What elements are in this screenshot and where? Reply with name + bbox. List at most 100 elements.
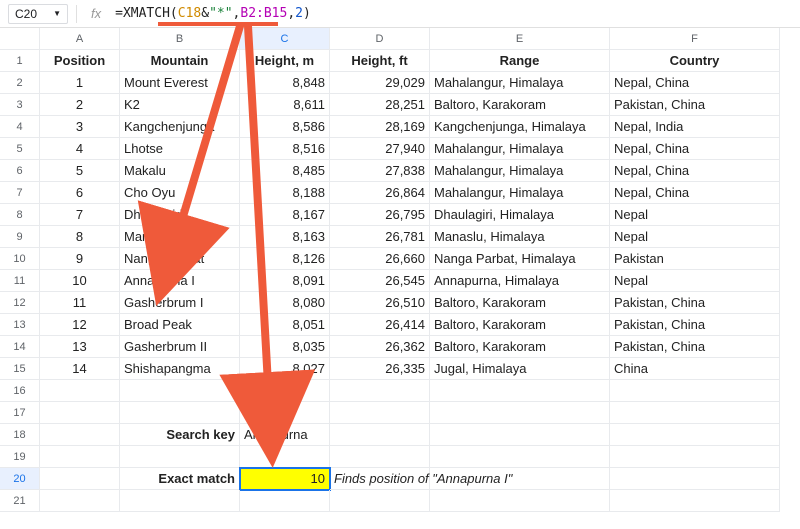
select-all-corner[interactable]	[0, 28, 40, 50]
row-header-8[interactable]: 8	[0, 204, 40, 226]
row-header-6[interactable]: 6	[0, 160, 40, 182]
cell-F4[interactable]: Nepal, India	[610, 116, 780, 138]
cell-B2[interactable]: Mount Everest	[120, 72, 240, 94]
cell-E4[interactable]: Kangchenjunga, Himalaya	[430, 116, 610, 138]
cell-F15[interactable]: China	[610, 358, 780, 380]
cell-F2[interactable]: Nepal, China	[610, 72, 780, 94]
cell-B7[interactable]: Cho Oyu	[120, 182, 240, 204]
cell-empty-21-3[interactable]	[330, 490, 430, 512]
row-header-19[interactable]: 19	[0, 446, 40, 468]
cell-A14[interactable]: 13	[40, 336, 120, 358]
cell-D13[interactable]: 26,414	[330, 314, 430, 336]
cell-F13[interactable]: Pakistan, China	[610, 314, 780, 336]
cell-A9[interactable]: 8	[40, 226, 120, 248]
cell-D20[interactable]: Finds position of "Annapurna I"	[330, 468, 430, 490]
cell-D15[interactable]: 26,335	[330, 358, 430, 380]
cell-C15[interactable]: 8,027	[240, 358, 330, 380]
cell-empty-16-1[interactable]	[120, 380, 240, 402]
cell-D3[interactable]: 28,251	[330, 94, 430, 116]
cell-E12[interactable]: Baltoro, Karakoram	[430, 292, 610, 314]
row-header-12[interactable]: 12	[0, 292, 40, 314]
cell-C4[interactable]: 8,586	[240, 116, 330, 138]
cell-F12[interactable]: Pakistan, China	[610, 292, 780, 314]
cell-C18[interactable]: Annapurna	[240, 424, 330, 446]
name-box[interactable]: C20 ▼	[8, 4, 68, 24]
cell-E8[interactable]: Dhaulagiri, Himalaya	[430, 204, 610, 226]
cell-empty-19-4[interactable]	[430, 446, 610, 468]
cell-D14[interactable]: 26,362	[330, 336, 430, 358]
cell-empty-21-1[interactable]	[120, 490, 240, 512]
row-header-17[interactable]: 17	[0, 402, 40, 424]
cell-A4[interactable]: 3	[40, 116, 120, 138]
row-header-7[interactable]: 7	[0, 182, 40, 204]
row-header-21[interactable]: 21	[0, 490, 40, 512]
cell-empty-16-0[interactable]	[40, 380, 120, 402]
cell-F8[interactable]: Nepal	[610, 204, 780, 226]
cell-A20[interactable]	[40, 468, 120, 490]
spreadsheet-grid[interactable]: ABCDEF1PositionMountainHeight, mHeight, …	[0, 28, 800, 512]
cell-B3[interactable]: K2	[120, 94, 240, 116]
cell-C6[interactable]: 8,485	[240, 160, 330, 182]
cell-D8[interactable]: 26,795	[330, 204, 430, 226]
cell-E3[interactable]: Baltoro, Karakoram	[430, 94, 610, 116]
row-header-9[interactable]: 9	[0, 226, 40, 248]
row-header-10[interactable]: 10	[0, 248, 40, 270]
cell-B5[interactable]: Lhotse	[120, 138, 240, 160]
cell-empty-21-5[interactable]	[610, 490, 780, 512]
cell-D5[interactable]: 27,940	[330, 138, 430, 160]
cell-empty-21-0[interactable]	[40, 490, 120, 512]
row-header-15[interactable]: 15	[0, 358, 40, 380]
cell-empty-19-2[interactable]	[240, 446, 330, 468]
header-cell-A[interactable]: Position	[40, 50, 120, 72]
cell-empty-17-5[interactable]	[610, 402, 780, 424]
header-cell-D[interactable]: Height, ft	[330, 50, 430, 72]
cell-A5[interactable]: 4	[40, 138, 120, 160]
cell-B14[interactable]: Gasherbrum II	[120, 336, 240, 358]
cell-E13[interactable]: Baltoro, Karakoram	[430, 314, 610, 336]
header-cell-C[interactable]: Height, m	[240, 50, 330, 72]
cell-empty-21-2[interactable]	[240, 490, 330, 512]
row-header-13[interactable]: 13	[0, 314, 40, 336]
col-header-B[interactable]: B	[120, 28, 240, 50]
col-header-F[interactable]: F	[610, 28, 780, 50]
cell-B4[interactable]: Kangchenjunga	[120, 116, 240, 138]
cell-empty-17-3[interactable]	[330, 402, 430, 424]
cell-C13[interactable]: 8,051	[240, 314, 330, 336]
cell-C11[interactable]: 8,091	[240, 270, 330, 292]
cell-E9[interactable]: Manaslu, Himalaya	[430, 226, 610, 248]
cell-B12[interactable]: Gasherbrum I	[120, 292, 240, 314]
cell-C14[interactable]: 8,035	[240, 336, 330, 358]
cell-E20[interactable]	[430, 468, 610, 490]
cell-E6[interactable]: Mahalangur, Himalaya	[430, 160, 610, 182]
row-header-11[interactable]: 11	[0, 270, 40, 292]
cell-D7[interactable]: 26,864	[330, 182, 430, 204]
cell-empty-19-5[interactable]	[610, 446, 780, 468]
cell-empty-17-4[interactable]	[430, 402, 610, 424]
cell-E5[interactable]: Mahalangur, Himalaya	[430, 138, 610, 160]
cell-B8[interactable]: Dhaulagiri	[120, 204, 240, 226]
cell-A18[interactable]	[40, 424, 120, 446]
row-header-1[interactable]: 1	[0, 50, 40, 72]
cell-F3[interactable]: Pakistan, China	[610, 94, 780, 116]
cell-D9[interactable]: 26,781	[330, 226, 430, 248]
formula-input[interactable]: =XMATCH(C18&"*",B2:B15,2)	[115, 6, 311, 21]
cell-C10[interactable]: 8,126	[240, 248, 330, 270]
row-header-4[interactable]: 4	[0, 116, 40, 138]
col-header-E[interactable]: E	[430, 28, 610, 50]
cell-D18[interactable]	[330, 424, 430, 446]
cell-empty-19-3[interactable]	[330, 446, 430, 468]
cell-D12[interactable]: 26,510	[330, 292, 430, 314]
cell-E15[interactable]: Jugal, Himalaya	[430, 358, 610, 380]
cell-E11[interactable]: Annapurna, Himalaya	[430, 270, 610, 292]
cell-empty-16-2[interactable]	[240, 380, 330, 402]
cell-A15[interactable]: 14	[40, 358, 120, 380]
cell-B18[interactable]: Search key	[120, 424, 240, 446]
cell-A12[interactable]: 11	[40, 292, 120, 314]
cell-empty-16-3[interactable]	[330, 380, 430, 402]
cell-E18[interactable]	[430, 424, 610, 446]
cell-empty-16-5[interactable]	[610, 380, 780, 402]
cell-C3[interactable]: 8,611	[240, 94, 330, 116]
cell-A7[interactable]: 6	[40, 182, 120, 204]
row-header-14[interactable]: 14	[0, 336, 40, 358]
cell-F5[interactable]: Nepal, China	[610, 138, 780, 160]
